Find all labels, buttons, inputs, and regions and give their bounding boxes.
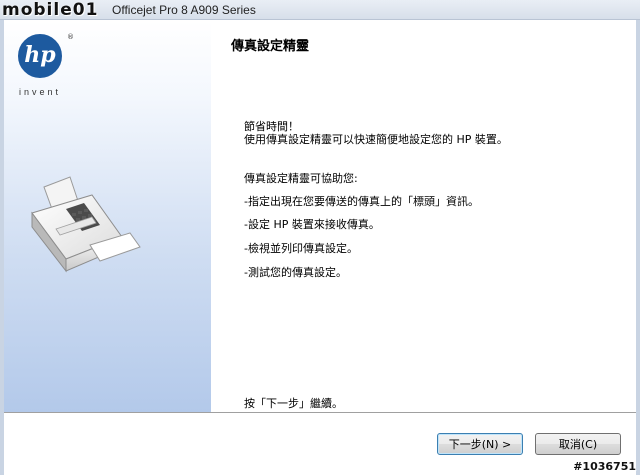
bullet-item: -設定 HP 裝置來接收傳真。	[244, 218, 380, 231]
registered-mark: ®	[67, 33, 74, 41]
window-title: Officejet Pro 8 A909 Series	[112, 3, 256, 17]
hp-logo-text: hp	[24, 42, 56, 68]
continue-hint: 按「下一步」繼續。	[244, 397, 343, 410]
wizard-content: 傳真設定精靈 節省時間！ 使用傳真設定精靈可以快速簡便地設定您的 HP 裝置。 …	[211, 21, 632, 412]
watermark-bottom: #1036751	[573, 460, 636, 473]
window-titlebar[interactable]: Officejet Pro 8 A909 Series mobile01	[0, 0, 640, 20]
hp-logo: hp	[18, 34, 62, 78]
bullet-item: -測試您的傳真設定。	[244, 266, 347, 279]
hp-tagline: invent	[19, 87, 62, 97]
bullet-item: -檢視並列印傳真設定。	[244, 242, 358, 255]
page-title: 傳真設定精靈	[231, 39, 310, 54]
intro-text: 使用傳真設定精靈可以快速簡便地設定您的 HP 裝置。	[244, 133, 508, 146]
next-button[interactable]: 下一步(N) >	[437, 433, 523, 455]
bullet-item: -指定出現在您要傳送的傳真上的「標頭」資訊。	[244, 195, 479, 208]
fax-machine-icon	[31, 176, 141, 273]
watermark-top: mobile01	[2, 0, 99, 20]
cancel-button[interactable]: 取消(C)	[535, 433, 621, 455]
footer-divider	[4, 412, 636, 413]
wizard-sidebar: hp ® invent	[4, 21, 211, 412]
help-heading: 傳真設定精靈可協助您:	[244, 172, 358, 185]
